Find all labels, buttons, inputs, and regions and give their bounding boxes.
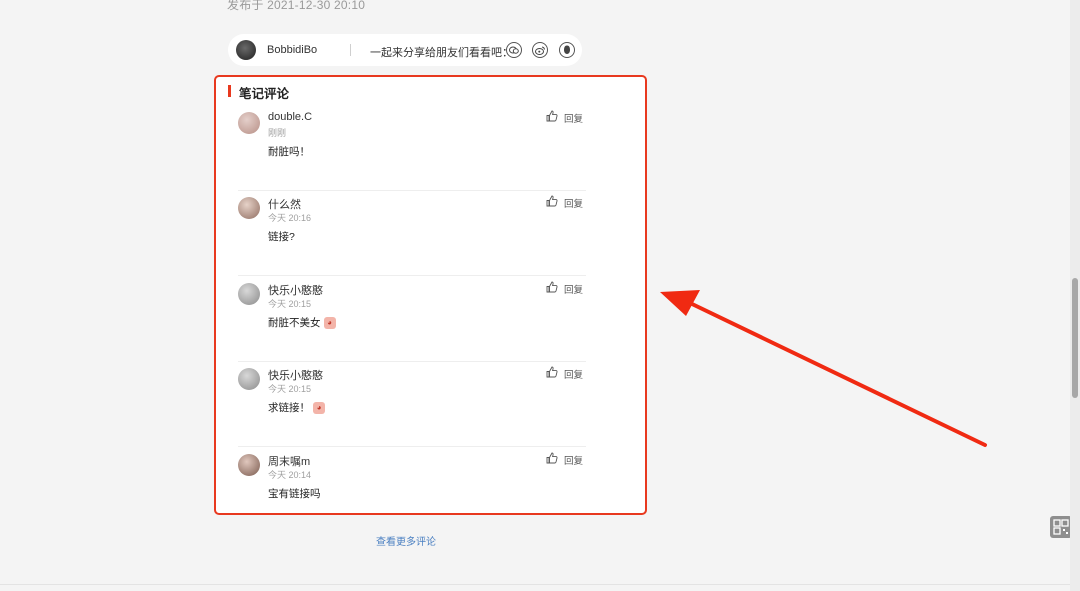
comments-panel: 笔记评论 double.C 刚刚 耐脏吗！ 回复 什么然 今天 20:16 链接… [214,75,647,515]
author-avatar[interactable] [236,40,256,60]
view-more-comments-link[interactable]: 查看更多评论 [376,533,436,548]
commenter-name[interactable]: 快乐小憨憨 [268,282,323,298]
comment-text: 求链接！ [268,402,310,414]
comment-text-wrap: 宝有链接吗 [268,486,321,501]
comment-time: 刚刚 [268,128,287,138]
reply-button[interactable]: 回复 [564,196,583,210]
thumbs-up-icon[interactable] [546,195,558,207]
author-share-bar: BobbidiBo 一起来分享给朋友们看看吧： [228,34,582,66]
reply-button[interactable]: 回复 [564,282,583,296]
commenter-name[interactable]: double.C [268,111,312,123]
commenter-avatar[interactable] [238,197,260,219]
weibo-share-icon[interactable] [532,42,548,58]
thumbs-up-icon[interactable] [546,452,558,464]
commenter-name[interactable]: 周末嘱m [268,453,310,469]
comment-text: 宝有链接吗 [268,488,321,500]
comment-divider [238,275,586,276]
commenter-name[interactable]: 快乐小憨憨 [268,367,323,383]
qr-code-icon [1053,519,1069,535]
comment-time: 今天 20:14 [268,470,312,480]
comment-time: 今天 20:16 [268,213,312,223]
wechat-share-icon[interactable] [506,42,522,58]
commenter-avatar[interactable] [238,283,260,305]
page-bottom-edge [0,584,1070,585]
divider [350,44,351,56]
scrollbar-thumb[interactable] [1072,278,1078,398]
author-name[interactable]: BobbidiBo [267,44,317,56]
comment-divider [238,446,586,447]
reply-button[interactable]: 回复 [564,367,583,381]
publish-date: 发布于 2021-12-30 20:10 [227,0,366,12]
comment-text: 耐脏吗！ [268,146,310,158]
sticker-emoji-icon: ◕ [313,401,325,414]
comment-item: 什么然 今天 20:16 链接? 回复 [238,191,586,276]
commenter-avatar[interactable] [238,112,260,134]
sticker-emoji-icon: ◕ [323,316,336,329]
thumbs-up-icon[interactable] [546,366,558,378]
comment-time: 今天 20:15 [268,299,312,309]
qq-share-icon[interactable] [559,42,575,58]
comment-text-wrap: 耐脏吗！ [268,144,310,159]
comment-time: 今天 20:15 [268,384,312,394]
scrollbar[interactable] [1070,0,1080,591]
comment-text-wrap: 求链接！ ◕ [268,400,325,415]
thumbs-up-icon[interactable] [546,110,558,122]
commenter-avatar[interactable] [238,454,260,476]
comment-text: 耐脏不美女 [268,317,321,329]
commenter-avatar[interactable] [238,368,260,390]
section-accent-bar [228,85,231,97]
comment-text: 链接? [268,231,295,243]
comment-item: 快乐小憨憨 今天 20:15 耐脏不美女 ◕ 回复 [238,277,586,362]
share-prompt: 一起来分享给朋友们看看吧： [370,47,513,59]
comment-item: 快乐小憨憨 今天 20:15 求链接！ ◕ 回复 [238,362,586,447]
commenter-name[interactable]: 什么然 [268,196,301,212]
comment-text-wrap: 耐脏不美女 ◕ [268,315,336,330]
comments-section-title: 笔记评论 [239,87,290,101]
comment-text-wrap: 链接? [268,229,295,244]
comment-item: double.C 刚刚 耐脏吗！ 回复 [238,106,586,191]
reply-button[interactable]: 回复 [564,111,583,125]
thumbs-up-icon[interactable] [546,281,558,293]
qr-code-button[interactable] [1050,516,1072,538]
reply-button[interactable]: 回复 [564,453,583,467]
comment-item: 周末嘱m 今天 20:14 宝有链接吗 回复 [238,448,586,533]
